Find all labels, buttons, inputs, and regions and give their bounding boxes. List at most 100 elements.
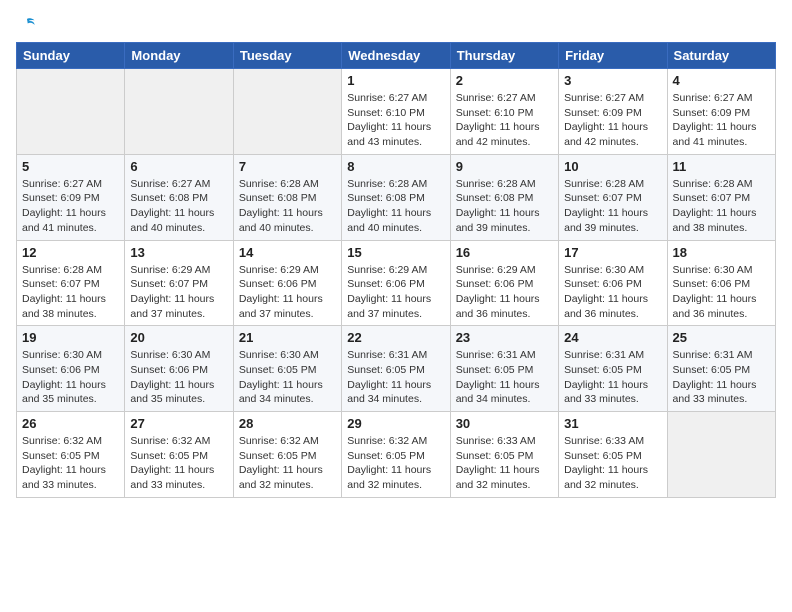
day-info: Sunrise: 6:29 AMSunset: 6:06 PMDaylight:…	[347, 263, 444, 322]
day-number: 16	[456, 245, 553, 260]
day-number: 20	[130, 330, 227, 345]
day-number: 13	[130, 245, 227, 260]
day-number: 17	[564, 245, 661, 260]
day-number: 9	[456, 159, 553, 174]
logo	[16, 16, 36, 30]
calendar-cell: 16 Sunrise: 6:29 AMSunset: 6:06 PMDayligh…	[450, 240, 558, 326]
calendar-cell	[667, 412, 775, 498]
calendar-cell: 17 Sunrise: 6:30 AMSunset: 6:06 PMDayligh…	[559, 240, 667, 326]
calendar-week-row: 1Sunrise: 6:27 AMSunset: 6:10 PMDaylight…	[17, 69, 776, 155]
day-number: 6	[130, 159, 227, 174]
day-info: Sunrise: 6:31 AMSunset: 6:05 PMDaylight:…	[347, 348, 444, 407]
calendar-cell: 29 Sunrise: 6:32 AMSunset: 6:05 PMDayligh…	[342, 412, 450, 498]
column-header-sunday: Sunday	[17, 43, 125, 69]
calendar-cell: 27 Sunrise: 6:32 AMSunset: 6:05 PMDayligh…	[125, 412, 233, 498]
day-number: 2	[456, 73, 553, 88]
day-number: 31	[564, 416, 661, 431]
day-number: 24	[564, 330, 661, 345]
day-info: Sunrise: 6:29 AMSunset: 6:06 PMDaylight:…	[456, 263, 553, 322]
day-info: Sunrise: 6:32 AMSunset: 6:05 PMDaylight:…	[239, 434, 336, 493]
calendar-cell: 4Sunrise: 6:27 AMSunset: 6:09 PMDaylight…	[667, 69, 775, 155]
day-info: Sunrise: 6:29 AMSunset: 6:07 PMDaylight:…	[130, 263, 227, 322]
day-info: Sunrise: 6:28 AMSunset: 6:08 PMDaylight:…	[347, 177, 444, 236]
day-info: Sunrise: 6:27 AMSunset: 6:09 PMDaylight:…	[564, 91, 661, 150]
calendar-week-row: 26 Sunrise: 6:32 AMSunset: 6:05 PMDayligh…	[17, 412, 776, 498]
day-number: 19	[22, 330, 119, 345]
day-info: Sunrise: 6:27 AMSunset: 6:10 PMDaylight:…	[456, 91, 553, 150]
calendar-cell: 5 Sunrise: 6:27 AMSunset: 6:09 PMDaylight…	[17, 154, 125, 240]
day-number: 21	[239, 330, 336, 345]
day-number: 15	[347, 245, 444, 260]
day-number: 5	[22, 159, 119, 174]
day-info: Sunrise: 6:29 AMSunset: 6:06 PMDaylight:…	[239, 263, 336, 322]
calendar-header-row: SundayMondayTuesdayWednesdayThursdayFrid…	[17, 43, 776, 69]
calendar-week-row: 12 Sunrise: 6:28 AMSunset: 6:07 PMDayligh…	[17, 240, 776, 326]
day-number: 8	[347, 159, 444, 174]
calendar-cell: 23 Sunrise: 6:31 AMSunset: 6:05 PMDayligh…	[450, 326, 558, 412]
day-info: Sunrise: 6:31 AMSunset: 6:05 PMDaylight:…	[456, 348, 553, 407]
day-info: Sunrise: 6:28 AMSunset: 6:07 PMDaylight:…	[22, 263, 119, 322]
day-number: 29	[347, 416, 444, 431]
calendar-cell: 3 Sunrise: 6:27 AMSunset: 6:09 PMDaylight…	[559, 69, 667, 155]
calendar-cell: 25 Sunrise: 6:31 AMSunset: 6:05 PMDayligh…	[667, 326, 775, 412]
day-number: 25	[673, 330, 770, 345]
calendar-cell: 13 Sunrise: 6:29 AMSunset: 6:07 PMDayligh…	[125, 240, 233, 326]
day-info: Sunrise: 6:32 AMSunset: 6:05 PMDaylight:…	[22, 434, 119, 493]
day-info: Sunrise: 6:31 AMSunset: 6:05 PMDaylight:…	[564, 348, 661, 407]
day-number: 14	[239, 245, 336, 260]
day-info: Sunrise: 6:33 AMSunset: 6:05 PMDaylight:…	[456, 434, 553, 493]
day-info: Sunrise: 6:30 AMSunset: 6:06 PMDaylight:…	[673, 263, 770, 322]
logo-bird-icon	[18, 16, 36, 34]
day-number: 22	[347, 330, 444, 345]
calendar-cell: 14 Sunrise: 6:29 AMSunset: 6:06 PMDayligh…	[233, 240, 341, 326]
day-info: Sunrise: 6:30 AMSunset: 6:06 PMDaylight:…	[564, 263, 661, 322]
calendar-cell: 31 Sunrise: 6:33 AMSunset: 6:05 PMDayligh…	[559, 412, 667, 498]
page-header	[16, 16, 776, 30]
calendar-cell: 24 Sunrise: 6:31 AMSunset: 6:05 PMDayligh…	[559, 326, 667, 412]
day-number: 3	[564, 73, 661, 88]
column-header-friday: Friday	[559, 43, 667, 69]
day-number: 26	[22, 416, 119, 431]
column-header-thursday: Thursday	[450, 43, 558, 69]
day-info: Sunrise: 6:28 AMSunset: 6:08 PMDaylight:…	[239, 177, 336, 236]
day-info: Sunrise: 6:32 AMSunset: 6:05 PMDaylight:…	[347, 434, 444, 493]
day-info: Sunrise: 6:31 AMSunset: 6:05 PMDaylight:…	[673, 348, 770, 407]
day-info: Sunrise: 6:27 AMSunset: 6:09 PMDaylight:…	[22, 177, 119, 236]
day-info: Sunrise: 6:33 AMSunset: 6:05 PMDaylight:…	[564, 434, 661, 493]
day-info: Sunrise: 6:28 AMSunset: 6:07 PMDaylight:…	[564, 177, 661, 236]
calendar-cell: 22 Sunrise: 6:31 AMSunset: 6:05 PMDayligh…	[342, 326, 450, 412]
day-number: 10	[564, 159, 661, 174]
day-number: 27	[130, 416, 227, 431]
calendar-cell: 15 Sunrise: 6:29 AMSunset: 6:06 PMDayligh…	[342, 240, 450, 326]
calendar-cell: 2 Sunrise: 6:27 AMSunset: 6:10 PMDaylight…	[450, 69, 558, 155]
calendar-cell: 18 Sunrise: 6:30 AMSunset: 6:06 PMDayligh…	[667, 240, 775, 326]
day-info: Sunrise: 6:27 AMSunset: 6:10 PMDaylight:…	[347, 91, 444, 150]
calendar-cell: 6Sunrise: 6:27 AMSunset: 6:08 PMDaylight…	[125, 154, 233, 240]
calendar-week-row: 19 Sunrise: 6:30 AMSunset: 6:06 PMDayligh…	[17, 326, 776, 412]
day-info: Sunrise: 6:30 AMSunset: 6:05 PMDaylight:…	[239, 348, 336, 407]
day-info: Sunrise: 6:30 AMSunset: 6:06 PMDaylight:…	[130, 348, 227, 407]
day-number: 18	[673, 245, 770, 260]
calendar-cell: 7 Sunrise: 6:28 AMSunset: 6:08 PMDaylight…	[233, 154, 341, 240]
day-number: 12	[22, 245, 119, 260]
day-info: Sunrise: 6:27 AMSunset: 6:09 PMDaylight:…	[673, 91, 770, 150]
calendar-cell: 20 Sunrise: 6:30 AMSunset: 6:06 PMDayligh…	[125, 326, 233, 412]
calendar-cell: 21 Sunrise: 6:30 AMSunset: 6:05 PMDayligh…	[233, 326, 341, 412]
calendar-cell: 30Sunrise: 6:33 AMSunset: 6:05 PMDayligh…	[450, 412, 558, 498]
calendar-cell: 28 Sunrise: 6:32 AMSunset: 6:05 PMDayligh…	[233, 412, 341, 498]
day-info: Sunrise: 6:28 AMSunset: 6:07 PMDaylight:…	[673, 177, 770, 236]
column-header-monday: Monday	[125, 43, 233, 69]
calendar-cell: 26 Sunrise: 6:32 AMSunset: 6:05 PMDayligh…	[17, 412, 125, 498]
day-number: 7	[239, 159, 336, 174]
day-info: Sunrise: 6:28 AMSunset: 6:08 PMDaylight:…	[456, 177, 553, 236]
calendar-cell: 9 Sunrise: 6:28 AMSunset: 6:08 PMDaylight…	[450, 154, 558, 240]
calendar-cell	[233, 69, 341, 155]
day-number: 11	[673, 159, 770, 174]
calendar-cell	[17, 69, 125, 155]
day-number: 28	[239, 416, 336, 431]
calendar-cell: 10 Sunrise: 6:28 AMSunset: 6:07 PMDayligh…	[559, 154, 667, 240]
column-header-wednesday: Wednesday	[342, 43, 450, 69]
day-info: Sunrise: 6:32 AMSunset: 6:05 PMDaylight:…	[130, 434, 227, 493]
calendar-cell: 19Sunrise: 6:30 AMSunset: 6:06 PMDayligh…	[17, 326, 125, 412]
day-number: 23	[456, 330, 553, 345]
